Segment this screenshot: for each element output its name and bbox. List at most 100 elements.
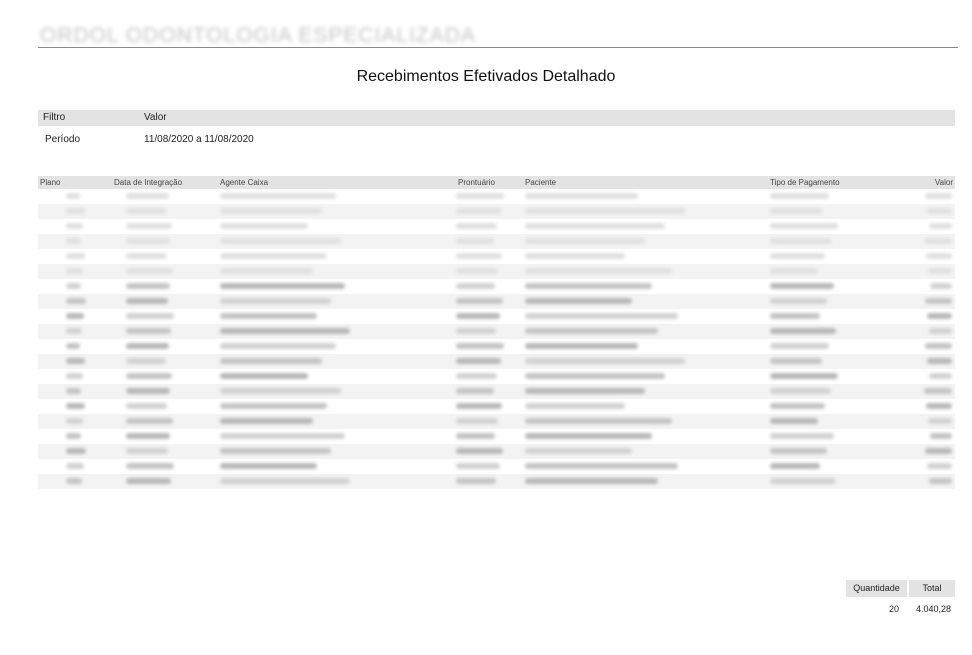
table-cell-prontuario — [456, 223, 498, 229]
table-cell-plano — [66, 388, 81, 394]
column-header-prontuario: Prontuário — [458, 178, 495, 187]
table-cell-tipo-pagamento — [770, 298, 827, 304]
table-cell-tipo-pagamento — [770, 343, 830, 349]
table-cell-valor — [929, 478, 952, 484]
table-cell-paciente — [525, 298, 632, 304]
table-cell-tipo-pagamento — [770, 283, 834, 289]
report-header: ORDOL ODONTOLOGIA ESPECIALIZADA — [38, 20, 958, 48]
table-cell-agente-caixa — [220, 193, 336, 199]
total-label: Total — [909, 580, 955, 597]
column-header-agente-caixa: Agente Caixa — [220, 178, 269, 187]
table-cell-plano — [66, 193, 80, 199]
table-row — [38, 219, 955, 234]
table-cell-prontuario — [456, 208, 501, 214]
table-cell-paciente — [525, 448, 632, 454]
table-cell-data-integracao — [126, 358, 166, 364]
table-cell-agente-caixa — [220, 418, 313, 424]
table-cell-valor — [924, 343, 952, 349]
table-cell-prontuario — [456, 448, 503, 454]
value-column-label: Valor — [144, 112, 167, 123]
table-cell-valor — [928, 418, 952, 424]
filter-name: Período — [45, 134, 81, 145]
table-cell-prontuario — [456, 283, 496, 289]
table-cell-paciente — [525, 268, 672, 274]
summary-box: Quantidade Total 20 4.040,28 — [846, 580, 955, 618]
table-cell-plano — [66, 403, 86, 409]
table-cell-tipo-pagamento — [770, 478, 836, 484]
table-cell-plano — [66, 373, 83, 379]
filter-value: 11/08/2020 a 11/08/2020 — [144, 134, 254, 145]
table-cell-paciente — [525, 403, 625, 409]
table-cell-paciente — [525, 223, 665, 229]
table-cell-plano — [66, 418, 84, 424]
table-cell-data-integracao — [126, 433, 171, 439]
table-row — [38, 414, 955, 429]
table-cell-tipo-pagamento — [770, 403, 825, 409]
quantity-value: 20 — [888, 604, 899, 614]
table-row — [38, 369, 955, 384]
table-cell-agente-caixa — [220, 478, 350, 484]
table-cell-valor — [926, 358, 952, 364]
table-cell-data-integracao — [126, 448, 168, 454]
table-cell-plano — [66, 448, 86, 454]
table-row — [38, 279, 955, 294]
table-cell-data-integracao — [126, 478, 172, 484]
table-cell-agente-caixa — [220, 298, 332, 304]
table-row — [38, 234, 955, 249]
column-header-valor: Valor — [934, 178, 953, 187]
summary-values: 20 4.040,28 — [846, 601, 955, 618]
table-cell-plano — [66, 328, 82, 334]
table-cell-prontuario — [456, 403, 502, 409]
table-cell-paciente — [525, 418, 672, 424]
table-cell-agente-caixa — [220, 373, 308, 379]
table-cell-data-integracao — [126, 343, 169, 349]
table-cell-paciente — [525, 463, 679, 469]
table-cell-prontuario — [456, 463, 500, 469]
total-value: 4.040,28 — [915, 604, 951, 614]
table-cell-prontuario — [456, 418, 499, 424]
table-cell-tipo-pagamento — [770, 313, 821, 319]
table-cell-agente-caixa — [220, 433, 346, 439]
table-header: Plano Data de Integração Agente Caixa Pr… — [38, 176, 955, 189]
table-cell-prontuario — [456, 358, 501, 364]
table-row — [38, 444, 955, 459]
table-row — [38, 204, 955, 219]
table-cell-plano — [66, 478, 82, 484]
table-cell-valor — [925, 298, 952, 304]
table-cell-paciente — [525, 478, 659, 484]
table-cell-prontuario — [456, 433, 496, 439]
table-cell-tipo-pagamento — [770, 193, 830, 199]
table-cell-data-integracao — [126, 388, 170, 394]
table-row — [38, 249, 955, 264]
table-cell-data-integracao — [126, 313, 174, 319]
table-cell-tipo-pagamento — [770, 388, 832, 394]
table-cell-tipo-pagamento — [770, 448, 827, 454]
filter-row-period: Período 11/08/2020 a 11/08/2020 — [38, 132, 955, 148]
table-cell-agente-caixa — [220, 313, 318, 319]
filter-column-label: Filtro — [43, 112, 66, 123]
organization-name: ORDOL ODONTOLOGIA ESPECIALIZADA — [40, 24, 476, 47]
table-row — [38, 429, 955, 444]
table-cell-tipo-pagamento — [770, 268, 818, 274]
table-cell-data-integracao — [126, 463, 174, 469]
table-cell-plano — [66, 298, 86, 304]
table-cell-plano — [66, 358, 85, 364]
table-cell-paciente — [525, 283, 652, 289]
table-cell-agente-caixa — [220, 253, 327, 259]
table-cell-agente-caixa — [220, 388, 341, 394]
table-cell-paciente — [525, 253, 625, 259]
table-cell-data-integracao — [126, 268, 174, 274]
table-cell-tipo-pagamento — [770, 418, 818, 424]
table-cell-data-integracao — [126, 403, 167, 409]
table-body — [38, 189, 955, 489]
table-cell-tipo-pagamento — [770, 373, 838, 379]
table-cell-tipo-pagamento — [770, 328, 836, 334]
column-header-plano: Plano — [40, 178, 61, 187]
table-cell-plano — [66, 208, 85, 214]
table-cell-tipo-pagamento — [770, 358, 823, 364]
table-cell-plano — [66, 223, 83, 229]
table-row — [38, 339, 955, 354]
table-cell-valor — [925, 448, 952, 454]
table-cell-plano — [66, 283, 82, 289]
table-row — [38, 264, 955, 279]
